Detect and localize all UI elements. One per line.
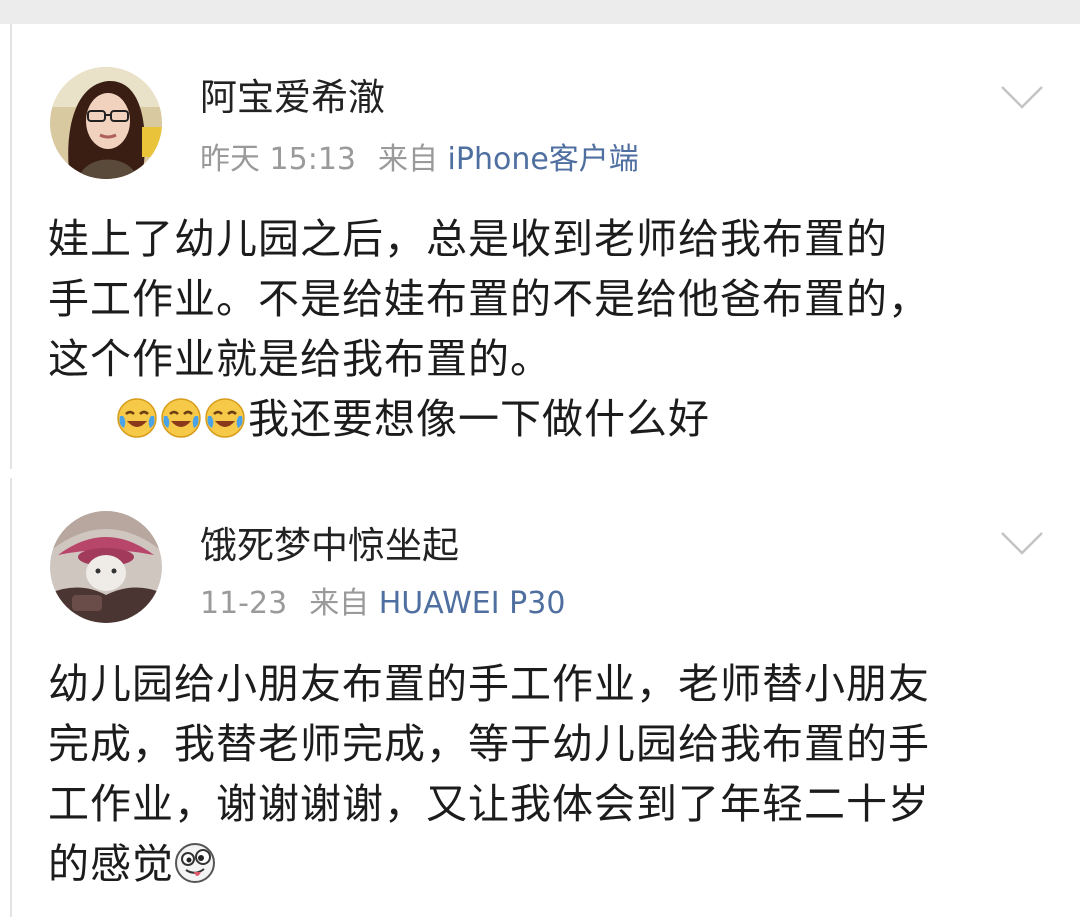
laugh-cry-emoji [116, 397, 158, 439]
post-text-line: 工作业，谢谢谢谢，又让我体会到了年轻二十岁 [48, 780, 930, 828]
post-text-line: 幼儿园给小朋友布置的手工作业，老师替小朋友 [48, 660, 930, 708]
username[interactable]: 阿宝爱希澈 [200, 76, 385, 120]
post-text: 娃上了幼儿园之后，总是收到老师给我布置的 手工作业。不是给娃布置的不是给他爸布置… [48, 209, 1048, 449]
post-text-tail: 的感觉 [48, 840, 174, 888]
avatar[interactable] [50, 67, 162, 179]
laugh-cry-emoji [204, 397, 246, 439]
post-text-line: 我还要想像一下做什么好 [48, 389, 1048, 449]
post-meta: 昨天 15:13 来自 iPhone客户端 [200, 141, 639, 179]
avatar[interactable] [50, 511, 162, 623]
client-source-link[interactable]: HUAWEI P30 [379, 586, 566, 621]
post-text-line: 这个作业就是给我布置的。 [48, 335, 552, 383]
weibo-post: 饿死梦中惊坐起 11-23 来自 HUAWEI P30 幼儿园给小朋友布置的手工作… [0, 478, 1080, 917]
post-text-line: 的感觉 [48, 834, 1048, 894]
username[interactable]: 饿死梦中惊坐起 [200, 524, 459, 568]
post-time: 昨天 15:13 [200, 142, 356, 177]
post-meta: 11-23 来自 HUAWEI P30 [200, 585, 565, 623]
from-label: 来自 [309, 586, 370, 621]
silly-face-emoji [174, 842, 216, 884]
post-text-line: 完成，我替老师完成，等于幼儿园给我布置的手 [48, 720, 930, 768]
chevron-down-icon[interactable] [1000, 530, 1044, 556]
post-time: 11-23 [200, 586, 288, 621]
laugh-cry-emoji [160, 397, 202, 439]
post-text: 幼儿园给小朋友布置的手工作业，老师替小朋友 完成，我替老师完成，等于幼儿园给我布… [48, 654, 1048, 894]
post-text-line: 手工作业。不是给娃布置的不是给他爸布置的， [48, 275, 930, 323]
post-text-line: 娃上了幼儿园之后，总是收到老师给我布置的 [48, 215, 888, 263]
weibo-post: 阿宝爱希澈 昨天 15:13 来自 iPhone客户端 娃上了幼儿园之后，总是收到… [0, 0, 1080, 470]
chevron-down-icon[interactable] [1000, 84, 1044, 110]
client-source-link[interactable]: iPhone客户端 [448, 142, 639, 177]
post-text-tail: 我还要想像一下做什么好 [248, 395, 710, 443]
from-label: 来自 [378, 142, 438, 177]
